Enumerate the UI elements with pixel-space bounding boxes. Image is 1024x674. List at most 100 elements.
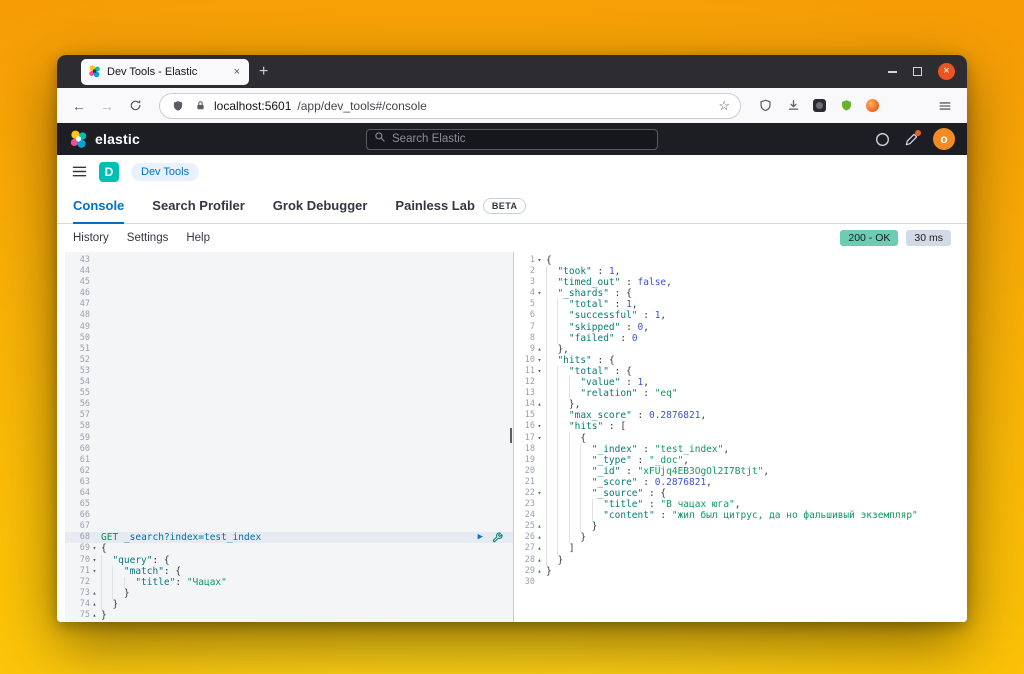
reload-button[interactable] xyxy=(123,94,147,118)
fold-toggle-icon[interactable]: ▴ xyxy=(535,555,544,566)
fold-toggle-icon[interactable]: ▴ xyxy=(535,543,544,554)
code-line[interactable]: 49 xyxy=(65,322,513,333)
code-line[interactable]: 30 xyxy=(514,577,967,588)
code-line[interactable]: 71 ▾ "match": { xyxy=(65,565,513,577)
global-search[interactable] xyxy=(366,128,658,150)
tab-close-icon[interactable]: × xyxy=(232,66,242,78)
bookmark-star-icon[interactable]: ☆ xyxy=(718,98,730,114)
code-line[interactable]: 54 xyxy=(65,377,513,388)
code-line[interactable]: 63 xyxy=(65,477,513,488)
code-line[interactable]: 26 ▴ } xyxy=(514,532,967,544)
new-tab-button[interactable]: + xyxy=(259,63,268,80)
fold-toggle-icon[interactable]: ▴ xyxy=(90,599,99,610)
code-line[interactable]: 62 xyxy=(65,466,513,477)
help-button[interactable]: Help xyxy=(186,232,210,244)
privacy-shield-icon[interactable] xyxy=(757,98,773,114)
code-line[interactable]: 56 xyxy=(65,399,513,410)
code-line[interactable]: 12 "value" : 1, xyxy=(514,377,967,389)
code-line[interactable]: 57 xyxy=(65,410,513,421)
code-line[interactable]: 70 ▾ "query": { xyxy=(65,554,513,566)
code-line[interactable]: 65 xyxy=(65,499,513,510)
code-line[interactable]: 46 xyxy=(65,288,513,299)
code-line[interactable]: 10 ▾ "hits" : { xyxy=(514,354,967,366)
code-line[interactable]: 43 xyxy=(65,255,513,266)
code-line[interactable]: 68 GET _search?index=test_index xyxy=(65,532,513,544)
code-line[interactable]: 27 ▴ ] xyxy=(514,543,967,555)
user-avatar[interactable]: o xyxy=(933,128,955,150)
code-line[interactable]: 74 ▴ } xyxy=(65,598,513,610)
code-line[interactable]: 19 "_type" : "_doc", xyxy=(514,454,967,466)
code-line[interactable]: 20 "_id" : "xFUjq4EB3OgOl2I7Btjt", xyxy=(514,465,967,477)
code-line[interactable]: 67 xyxy=(65,521,513,532)
code-line[interactable]: 29 ▴} xyxy=(514,566,967,577)
code-line[interactable]: 8 "failed" : 0 xyxy=(514,332,967,344)
fold-toggle-icon[interactable]: ▴ xyxy=(535,344,544,355)
fold-toggle-icon[interactable]: ▾ xyxy=(535,288,544,299)
close-button[interactable]: × xyxy=(938,63,955,80)
code-line[interactable]: 66 xyxy=(65,510,513,521)
wrench-icon[interactable] xyxy=(492,532,503,543)
code-line[interactable]: 23 "title" : "В чацах юга", xyxy=(514,499,967,511)
code-line[interactable]: 17 ▾ { xyxy=(514,432,967,444)
code-line[interactable]: 55 xyxy=(65,388,513,399)
fold-toggle-icon[interactable]: ▾ xyxy=(90,566,99,577)
tab-search-profiler[interactable]: Search Profiler xyxy=(152,188,245,223)
code-line[interactable]: 25 ▴ } xyxy=(514,521,967,533)
code-line[interactable]: 64 xyxy=(65,488,513,499)
newsfeed-icon[interactable] xyxy=(904,129,921,147)
code-line[interactable]: 9 ▴ }, xyxy=(514,343,967,355)
elastic-logo[interactable]: elastic xyxy=(69,130,140,149)
fold-toggle-icon[interactable]: ▾ xyxy=(535,421,544,432)
fold-toggle-icon[interactable]: ▴ xyxy=(535,521,544,532)
minimize-button[interactable] xyxy=(888,70,897,73)
code-line[interactable]: 13 "relation" : "eq" xyxy=(514,388,967,400)
code-line[interactable]: 72 "title": "Чацах" xyxy=(65,576,513,588)
menu-icon[interactable] xyxy=(937,98,953,114)
code-line[interactable]: 14 ▴ }, xyxy=(514,399,967,411)
tab-painless-lab[interactable]: Painless Lab BETA xyxy=(395,188,527,223)
lock-icon[interactable] xyxy=(192,98,208,114)
search-input[interactable] xyxy=(392,133,650,145)
extension-tampermonkey-icon[interactable] xyxy=(813,99,826,112)
fold-toggle-icon[interactable]: ▴ xyxy=(90,610,99,621)
code-line[interactable]: 50 xyxy=(65,333,513,344)
code-line[interactable]: 45 xyxy=(65,277,513,288)
code-line[interactable]: 11 ▾ "total" : { xyxy=(514,365,967,378)
nav-menu-icon[interactable] xyxy=(71,164,87,180)
fold-toggle-icon[interactable]: ▾ xyxy=(90,543,99,554)
fold-toggle-icon[interactable]: ▾ xyxy=(535,255,544,266)
url-bar[interactable]: localhost:5601/app/dev_tools#/console ☆ xyxy=(159,92,741,119)
code-line[interactable]: 28 ▴ } xyxy=(514,554,967,566)
profile-icon[interactable] xyxy=(866,99,879,112)
code-line[interactable]: 2 "took" : 1, xyxy=(514,266,967,278)
code-line[interactable]: 1 ▾{ xyxy=(514,255,967,266)
code-line[interactable]: 58 xyxy=(65,421,513,432)
maximize-button[interactable] xyxy=(913,67,922,76)
download-icon[interactable] xyxy=(785,98,801,114)
window-titlebar[interactable]: Dev Tools - Elastic × + × xyxy=(57,55,967,88)
extension-adguard-icon[interactable] xyxy=(838,98,854,114)
code-line[interactable]: 47 xyxy=(65,299,513,310)
fold-toggle-icon[interactable]: ▴ xyxy=(535,566,544,577)
code-line[interactable]: 3 "timed_out" : false, xyxy=(514,277,967,289)
code-line[interactable]: 52 xyxy=(65,355,513,366)
code-line[interactable]: 16 ▾ "hits" : [ xyxy=(514,421,967,433)
help-icon[interactable] xyxy=(874,131,890,147)
browser-tab[interactable]: Dev Tools - Elastic × xyxy=(81,58,249,85)
code-line[interactable]: 22 ▾ "_source" : { xyxy=(514,487,967,500)
fold-toggle-icon[interactable]: ▾ xyxy=(535,366,544,377)
code-line[interactable]: 6 "successful" : 1, xyxy=(514,310,967,322)
fold-toggle-icon[interactable]: ▾ xyxy=(90,555,99,566)
fold-toggle-icon[interactable]: ▴ xyxy=(90,588,99,599)
fold-toggle-icon[interactable]: ▴ xyxy=(535,532,544,543)
code-line[interactable]: 75 ▴} xyxy=(65,610,513,621)
code-line[interactable]: 51 xyxy=(65,344,513,355)
code-line[interactable]: 15 "max_score" : 0.2876821, xyxy=(514,410,967,422)
breadcrumb[interactable]: Dev Tools xyxy=(131,162,200,181)
code-line[interactable]: 18 "_index" : "test_index", xyxy=(514,443,967,455)
fold-toggle-icon[interactable]: ▾ xyxy=(535,488,544,499)
code-line[interactable]: 61 xyxy=(65,455,513,466)
code-line[interactable]: 59 xyxy=(65,433,513,444)
code-line[interactable]: 24 "content" : "жил был цитрус, да но фа… xyxy=(514,510,967,522)
space-badge[interactable]: D xyxy=(99,161,119,182)
